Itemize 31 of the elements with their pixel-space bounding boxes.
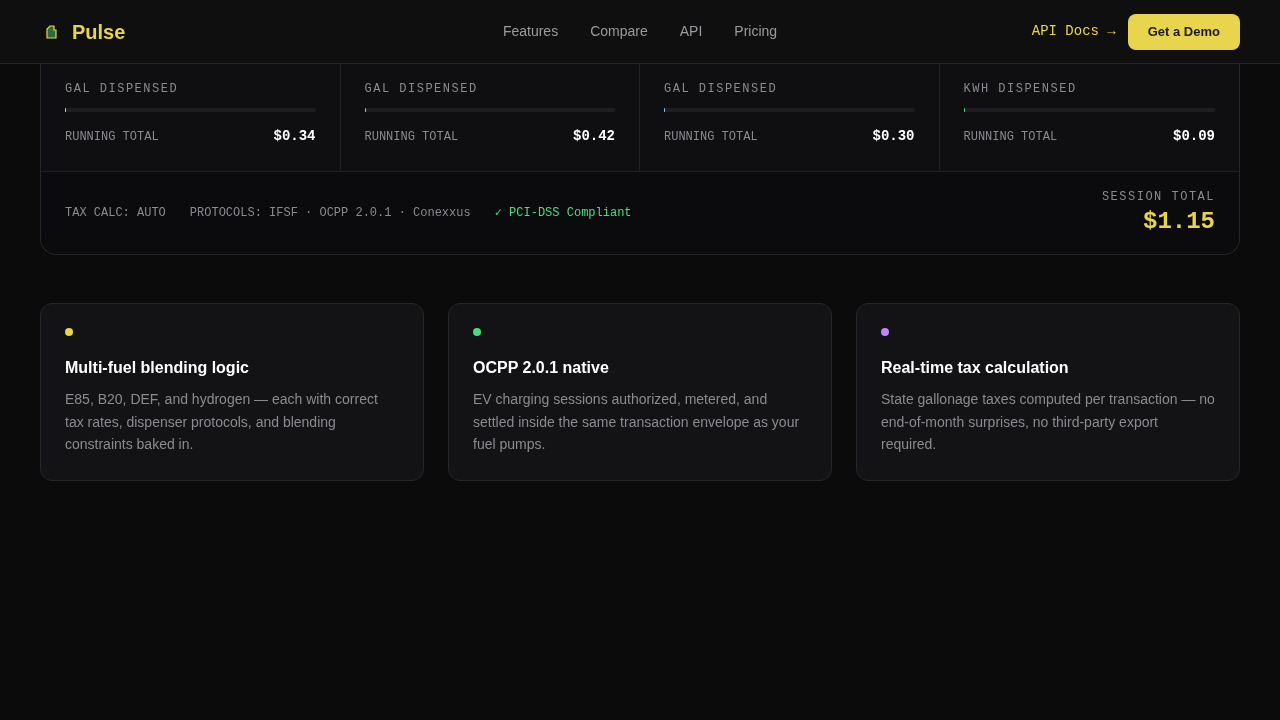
fuel-pump-icon	[44, 23, 60, 40]
running-total-value: $0.34	[273, 127, 316, 146]
running-total-label: RUNNING TOTAL	[364, 128, 459, 146]
unit-label: GAL DISPENSED	[664, 81, 779, 98]
session-total-label: SESSION TOTAL	[1101, 189, 1215, 206]
running-total-value: $0.42	[573, 127, 615, 146]
nav-link[interactable]: Features	[502, 21, 559, 42]
compliance-text: ✓ PCI-DSS Compliant	[494, 205, 632, 222]
running-total-value: $0.09	[1173, 127, 1215, 146]
unit-label: KWH DISPENSED	[963, 81, 1078, 98]
nav-link[interactable]: Compare	[590, 21, 648, 42]
feature-description: E85, B20, DEF, and hydrogen — each with correct tax rates, dispenser protocols, and blending constraints baked in.	[65, 390, 379, 454]
nav-link[interactable]: Pricing	[734, 21, 778, 42]
get-demo-button[interactable]: Get a Demo	[1127, 13, 1240, 50]
feature-title: OCPP 2.0.1 native	[473, 358, 610, 378]
feature-description: State gallonage taxes computed per transaction — no end-of-month surprises, no third-party export required.	[881, 390, 1215, 454]
running-total-label: RUNNING TOTAL	[963, 128, 1058, 146]
api-docs-link[interactable]: API Docs →	[1031, 21, 1116, 42]
protocols-text: PROTOCOLS: IFSF · OCPP 2.0.1 · Conexxus	[189, 205, 471, 222]
session-total-value: $1.15	[1143, 207, 1215, 237]
nav-link[interactable]: API	[679, 21, 703, 42]
running-total-value: $0.30	[872, 127, 915, 146]
feature-title: Multi-fuel blending logic	[65, 358, 250, 378]
unit-label: GAL DISPENSED	[364, 81, 479, 98]
feature-title: Real-time tax calculation	[881, 358, 1070, 378]
tax-calc-text: TAX CALC: AUTO	[65, 205, 166, 222]
brand-name: Pulse	[72, 19, 126, 45]
running-total-label: RUNNING TOTAL	[65, 128, 159, 146]
unit-label: GAL DISPENSED	[65, 81, 180, 98]
feature-description: EV charging sessions authorized, metered, and settled inside the same transaction envelope as your fuel pumps.	[473, 390, 801, 454]
running-total-label: RUNNING TOTAL	[664, 128, 758, 146]
